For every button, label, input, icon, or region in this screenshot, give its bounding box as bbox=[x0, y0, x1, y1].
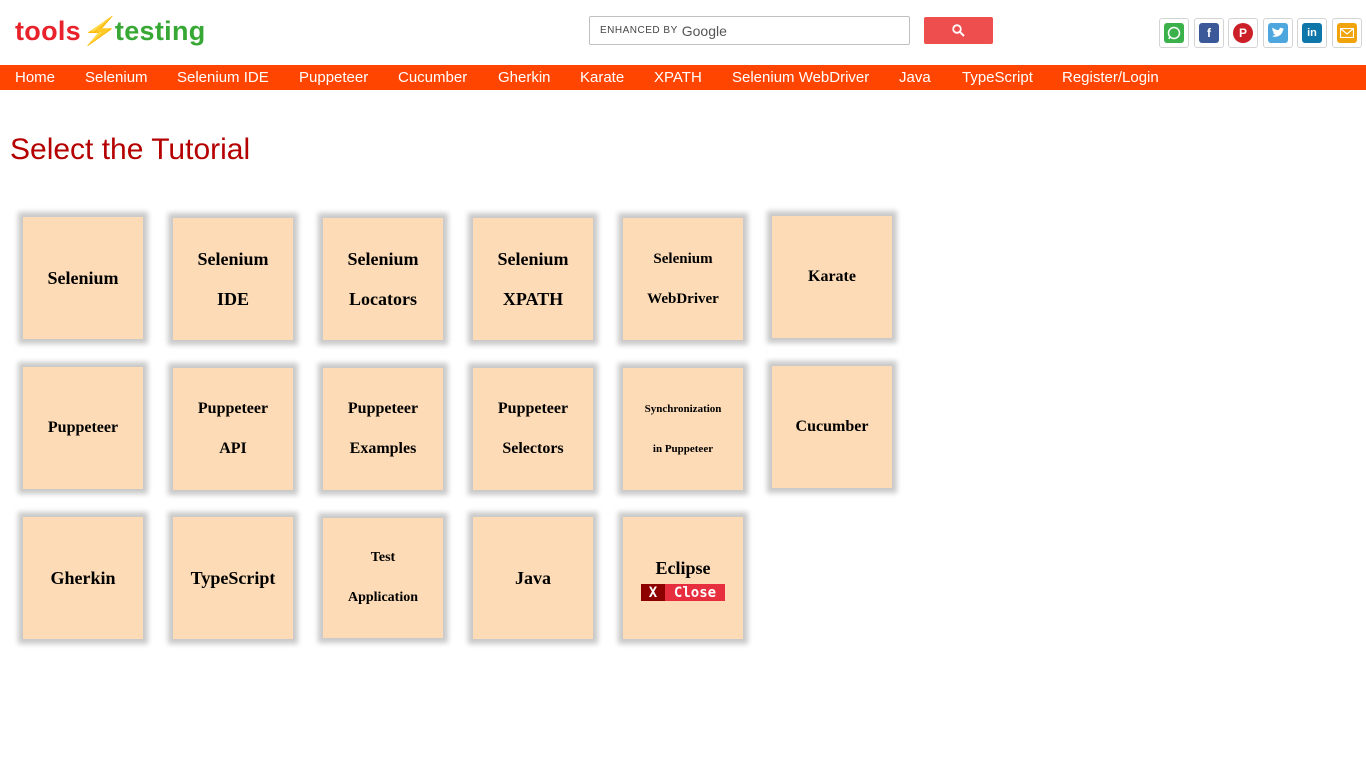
search-icon bbox=[952, 24, 965, 37]
share-pinterest-button[interactable]: P bbox=[1228, 18, 1258, 48]
nav-gherkin[interactable]: Gherkin bbox=[498, 69, 551, 86]
card-eclipse[interactable]: Eclipse X Close bbox=[623, 517, 743, 639]
card-label: Cucumber bbox=[795, 418, 869, 435]
card-typescript[interactable]: TypeScript bbox=[173, 517, 293, 639]
card-karate[interactable]: Karate bbox=[772, 216, 892, 338]
card-cucumber[interactable]: Cucumber bbox=[772, 366, 892, 488]
card-puppeteer-examples[interactable]: Puppeteer Examples bbox=[323, 368, 443, 490]
share-linkedin-button[interactable]: in bbox=[1297, 18, 1327, 48]
card-synchronization-puppeteer[interactable]: Synchronization in Puppeteer bbox=[623, 368, 743, 490]
share-email-button[interactable] bbox=[1332, 18, 1362, 48]
nav-home[interactable]: Home bbox=[15, 69, 55, 86]
card-label: Selenium bbox=[347, 249, 419, 269]
card-label: IDE bbox=[216, 289, 249, 309]
linkedin-icon: in bbox=[1302, 23, 1322, 43]
share-facebook-button[interactable]: f bbox=[1194, 18, 1224, 48]
close-button[interactable]: X Close bbox=[641, 584, 725, 601]
card-label: Selenium bbox=[653, 251, 713, 267]
card-label: Selenium bbox=[497, 249, 569, 269]
card-label: Puppeteer bbox=[497, 400, 569, 417]
card-puppeteer-selectors[interactable]: Puppeteer Selectors bbox=[473, 368, 593, 490]
card-label: Puppeteer bbox=[197, 400, 269, 417]
nav-selenium-webdriver[interactable]: Selenium WebDriver bbox=[732, 69, 869, 86]
card-label: XPATH bbox=[502, 289, 564, 309]
card-label: WebDriver bbox=[647, 291, 719, 307]
logo-text-testing: testing bbox=[114, 16, 206, 46]
nav-puppeteer[interactable]: Puppeteer bbox=[299, 69, 368, 86]
close-icon: X bbox=[641, 584, 665, 601]
card-label: Synchronization bbox=[644, 403, 722, 415]
twitter-icon bbox=[1268, 23, 1288, 43]
nav-karate[interactable]: Karate bbox=[580, 69, 624, 86]
close-label: Close bbox=[665, 584, 725, 601]
card-java[interactable]: Java bbox=[473, 517, 593, 639]
card-label: Test bbox=[370, 550, 396, 565]
card-label: Puppeteer bbox=[47, 419, 119, 436]
site-logo[interactable]: tools⚡testing bbox=[15, 14, 206, 48]
card-label: in Puppeteer bbox=[652, 443, 714, 455]
card-label: Selenium bbox=[197, 249, 269, 269]
nav-register-login[interactable]: Register/Login bbox=[1062, 69, 1159, 86]
pinterest-icon: P bbox=[1233, 23, 1253, 43]
card-puppeteer-api[interactable]: Puppeteer API bbox=[173, 368, 293, 490]
card-selenium-ide[interactable]: Selenium IDE bbox=[173, 218, 293, 340]
email-icon bbox=[1337, 23, 1357, 43]
nav-cucumber[interactable]: Cucumber bbox=[398, 69, 467, 86]
card-label: Selenium bbox=[47, 268, 119, 288]
card-selenium-locators[interactable]: Selenium Locators bbox=[323, 218, 443, 340]
card-selenium[interactable]: Selenium bbox=[23, 217, 143, 339]
nav-selenium-ide[interactable]: Selenium IDE bbox=[177, 69, 269, 86]
nav-xpath[interactable]: XPATH bbox=[654, 69, 702, 86]
card-label: Examples bbox=[349, 440, 417, 457]
logo-bolt: ⚡ bbox=[81, 16, 115, 46]
nav-java[interactable]: Java bbox=[899, 69, 931, 86]
nav-typescript[interactable]: TypeScript bbox=[962, 69, 1033, 86]
card-label: Java bbox=[515, 568, 551, 588]
card-puppeteer[interactable]: Puppeteer bbox=[23, 367, 143, 489]
card-test-application[interactable]: Test Application bbox=[323, 518, 443, 638]
logo-text-tools: tools bbox=[15, 16, 81, 46]
card-label: Application bbox=[347, 590, 418, 605]
card-gherkin[interactable]: Gherkin bbox=[23, 517, 143, 639]
main-nav: Home Selenium Selenium IDE Puppeteer Cuc… bbox=[0, 65, 1366, 90]
card-label: Eclipse bbox=[655, 558, 711, 578]
share-whatsapp-button[interactable] bbox=[1159, 18, 1189, 48]
share-twitter-button[interactable] bbox=[1263, 18, 1293, 48]
card-selenium-xpath[interactable]: Selenium XPATH bbox=[473, 218, 593, 340]
card-label: TypeScript bbox=[190, 568, 276, 588]
page-title: Select the Tutorial bbox=[10, 133, 251, 166]
card-label: Selectors bbox=[502, 440, 564, 457]
whatsapp-icon bbox=[1164, 23, 1184, 43]
search-box[interactable]: ENHANCED BY Google bbox=[589, 16, 910, 45]
card-label: Puppeteer bbox=[347, 400, 419, 417]
card-label: Locators bbox=[349, 289, 417, 309]
card-label: Gherkin bbox=[50, 568, 116, 588]
card-label: API bbox=[219, 440, 247, 457]
card-selenium-webdriver[interactable]: Selenium WebDriver bbox=[623, 218, 743, 340]
facebook-icon: f bbox=[1199, 23, 1219, 43]
card-label: Karate bbox=[808, 268, 856, 285]
nav-selenium[interactable]: Selenium bbox=[85, 69, 148, 86]
search-button[interactable] bbox=[924, 17, 993, 44]
